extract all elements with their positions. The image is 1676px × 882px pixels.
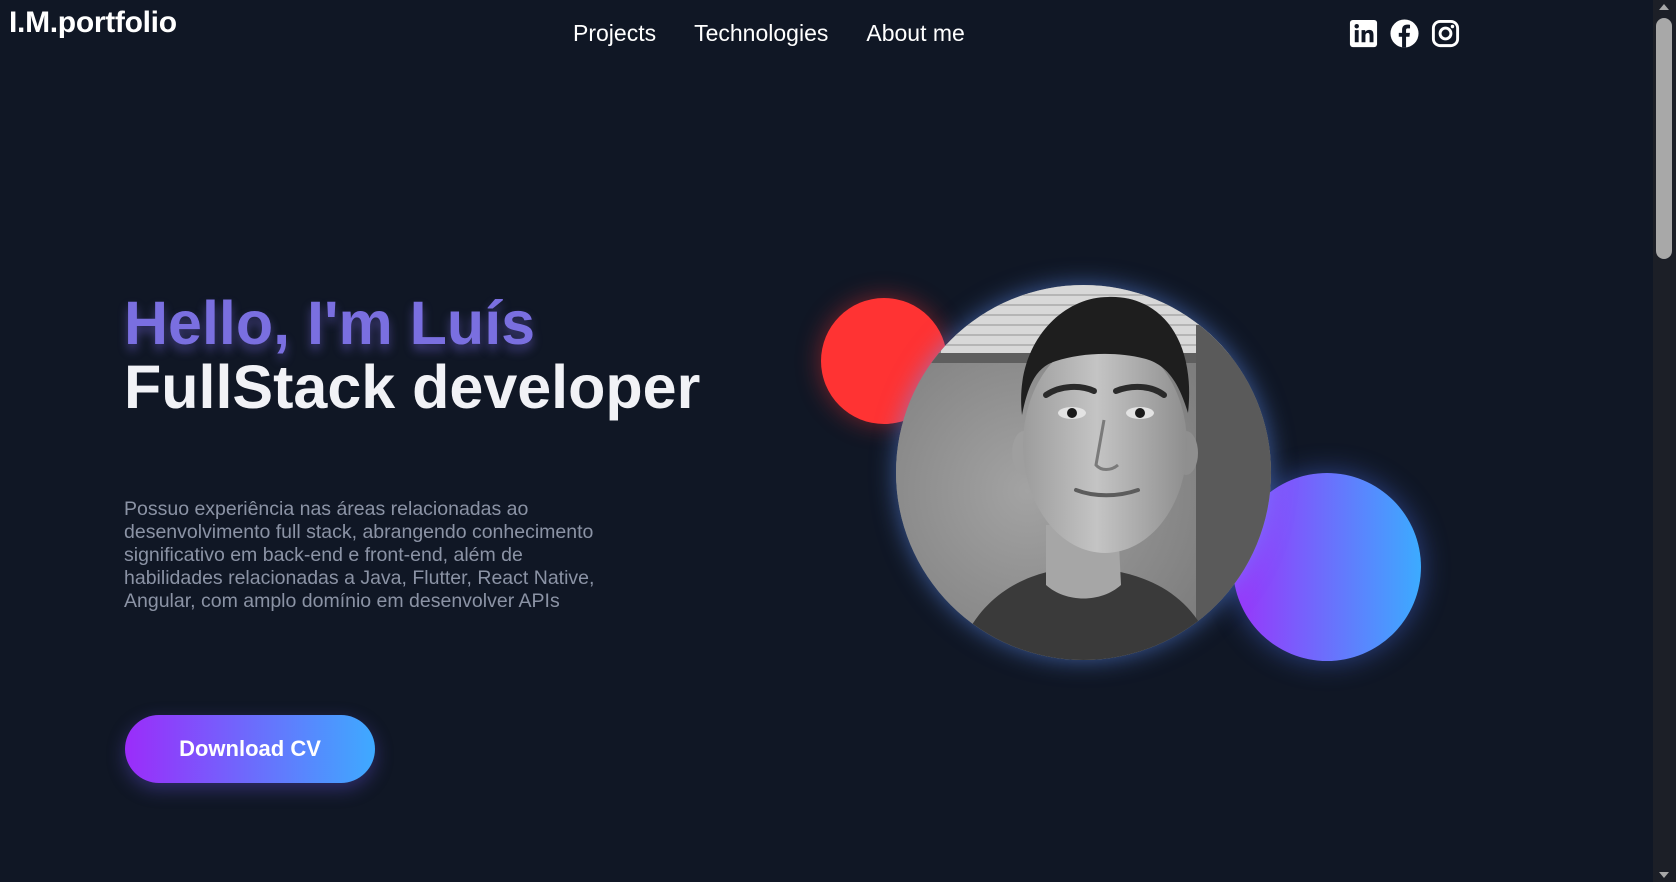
hero-description: Possuo experiência nas áreas relacionada… xyxy=(124,497,595,612)
nav-link-projects[interactable]: Projects xyxy=(573,20,656,47)
profile-photo xyxy=(896,285,1271,660)
nav-link-about-me[interactable]: About me xyxy=(866,20,964,47)
scroll-down-arrow-icon[interactable] xyxy=(1659,872,1669,878)
scroll-up-arrow-icon[interactable] xyxy=(1659,4,1669,10)
profile-photo-image xyxy=(896,285,1271,660)
linkedin-icon[interactable] xyxy=(1348,18,1379,49)
download-cv-button[interactable]: Download CV xyxy=(125,715,375,783)
scrollbar-thumb[interactable] xyxy=(1656,18,1672,259)
instagram-icon[interactable] xyxy=(1430,18,1461,49)
nav-link-technologies[interactable]: Technologies xyxy=(694,20,828,47)
social-links xyxy=(1348,18,1461,49)
facebook-icon[interactable] xyxy=(1389,18,1420,49)
site-logo[interactable]: I.M.portfolio xyxy=(9,6,177,40)
portfolio-page: I.M.portfolio Projects Technologies Abou… xyxy=(0,0,1676,882)
main-nav: Projects Technologies About me xyxy=(573,20,965,47)
hero-role-title: FullStack developer xyxy=(124,353,701,421)
hero-greeting: Hello, I'm Luís xyxy=(124,289,536,357)
